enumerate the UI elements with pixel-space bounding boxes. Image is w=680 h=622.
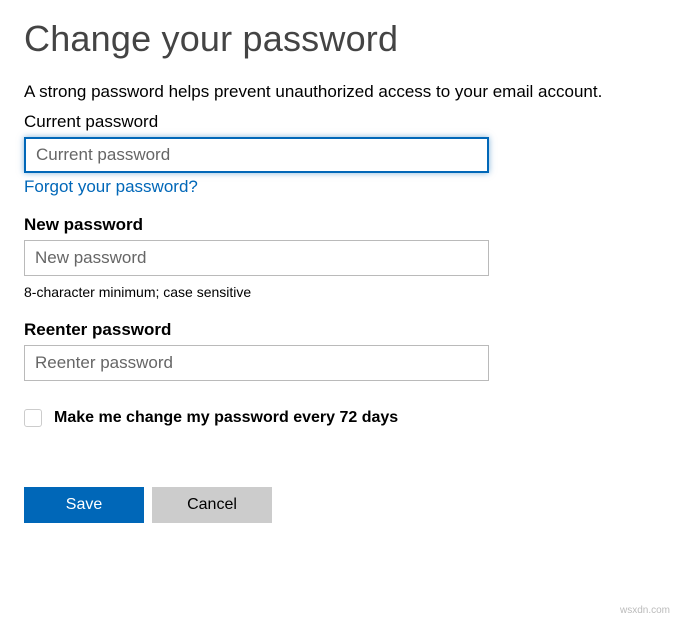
new-password-label: New password <box>24 215 656 235</box>
new-password-hint: 8-character minimum; case sensitive <box>24 284 656 300</box>
watermark: wsxdn.com <box>620 605 670 616</box>
page-title: Change your password <box>24 18 656 60</box>
reenter-password-label: Reenter password <box>24 320 656 340</box>
change-every-72-days-checkbox[interactable] <box>24 409 42 427</box>
change-every-72-days-label: Make me change my password every 72 days <box>54 409 398 427</box>
forgot-password-link[interactable]: Forgot your password? <box>24 177 198 197</box>
reenter-password-group: Reenter password <box>24 320 656 381</box>
reenter-password-input[interactable] <box>24 345 489 381</box>
cancel-button[interactable]: Cancel <box>152 487 272 523</box>
new-password-group: New password 8-character minimum; case s… <box>24 215 656 300</box>
change-every-72-days-row: Make me change my password every 72 days <box>24 409 656 427</box>
current-password-input[interactable] <box>24 137 489 173</box>
current-password-label: Current password <box>24 112 656 132</box>
save-button[interactable]: Save <box>24 487 144 523</box>
new-password-input[interactable] <box>24 240 489 276</box>
button-row: Save Cancel <box>24 487 656 523</box>
current-password-group: Current password Forgot your password? <box>24 112 656 197</box>
description-text: A strong password helps prevent unauthor… <box>24 82 656 102</box>
